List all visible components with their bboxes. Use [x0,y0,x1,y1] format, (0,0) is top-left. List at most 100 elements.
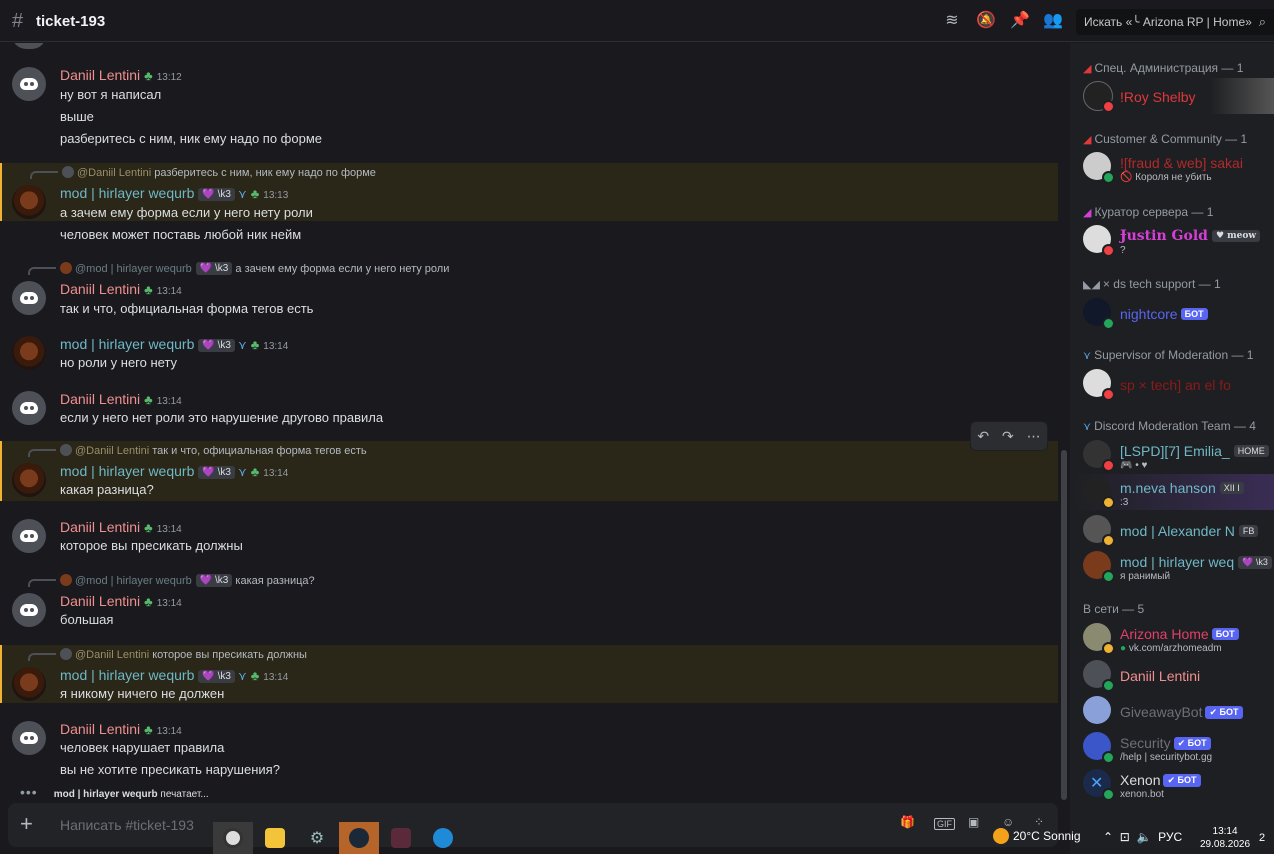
message-author[interactable]: Daniil Lentini ♣ 13:14 [60,519,182,535]
member-item[interactable]: mod | Alexander N FB [1070,512,1274,548]
timestamp: 13:14 [156,598,182,609]
clock[interactable]: 13:14 29.08.2026 [1200,825,1250,851]
avatar[interactable] [12,185,46,219]
avatar[interactable] [12,391,46,425]
bot-badge: ✔ БОТ [1173,737,1211,750]
message-text: а зачем ему форма если у него нету роли [60,205,313,220]
message-author[interactable]: mod | hirlayer wequrb 💜 \k3 ⋎ ♣ 13:14 [60,336,288,352]
taskbar-app-steam[interactable] [339,822,379,854]
network-icon[interactable]: ⊡ [1120,830,1130,844]
forward-icon[interactable]: ↷ [1002,428,1014,445]
member-item[interactable]: GiveawayBot ✔ БОТ [1070,693,1274,729]
reply-icon[interactable]: ↶ [977,428,989,445]
chevron-up-icon[interactable]: ⌃ [1103,830,1113,844]
member-item[interactable]: sp × tech] an el fo [1070,366,1274,402]
taskbar-app-settings[interactable]: ⚙ [297,822,337,854]
member-item[interactable]: ✕ Xenon ✔ БОТ xenon.bot [1070,766,1274,802]
avatar[interactable] [12,67,46,101]
member-item[interactable]: Daniil Lentini [1070,657,1274,693]
member-item[interactable]: Security ✔ БОТ /help | securitybot.gg [1070,729,1274,765]
member-item[interactable]: ![fraud & web] sakai 🚫 Короля не убить [1070,149,1274,185]
wings-role-icon: ⋎ [237,187,247,201]
message-input[interactable]: Написать #ticket-193 [60,817,194,833]
scrollbar-thumb[interactable] [1061,450,1067,800]
windows-taskbar: ⚙ 20°C Sonnig ⌃ ⊡ 🔈 РУС 13:14 29.08.2026 … [213,822,1274,854]
server-tag: 💜 \k3 [1238,556,1272,569]
message-author[interactable]: mod | hirlayer wequrb 💜 \k3 ⋎ ♣ 13:13 [60,185,288,201]
server-tag: 💜 \k3 [198,670,235,683]
system-tray[interactable]: ⌃ ⊡ 🔈 РУС [1103,830,1182,844]
member-item[interactable]: mod | hirlayer weq 💜 \k3 я ранимый [1070,548,1274,584]
mute-bell-icon[interactable]: 🔕 [976,11,996,31]
leaf-role-icon: ♣ [250,464,260,479]
message-author[interactable]: Daniil Lentini ♣ 13:14 [60,721,182,737]
reply-preview[interactable]: @mod | hirlayer wequrb 💜 \k3 а зачем ему … [60,262,449,275]
message-author[interactable]: Daniil Lentini ♣ 13:12 [60,67,182,83]
more-icon[interactable]: ⋯ [1027,428,1041,445]
member-item[interactable]: [LSPD][7] Emilia_ HOME 🎮 • ♥ [1070,437,1274,473]
avatar[interactable] [12,281,46,315]
leaf-role-icon: ♣ [144,282,153,297]
message-text: я никому ничего не должен [60,686,225,701]
taskbar-app-obs[interactable] [213,822,253,854]
reply-preview[interactable]: @mod | hirlayer wequrb 💜 \k3 какая разниц… [60,574,315,587]
reply-preview[interactable]: @Daniil Lentini которое вы пресикать дол… [60,648,307,661]
timestamp: 13:14 [156,726,182,737]
language-indicator[interactable]: РУС [1158,830,1182,844]
message-text: разберитесь с ним, ник ему надо по форме [60,131,322,146]
taskbar-app-edge[interactable] [423,822,463,854]
message: @mod | hirlayer wequrb 💜 \k3 а зачем ему … [0,259,1058,321]
avatar[interactable] [12,593,46,627]
avatar[interactable] [12,667,46,701]
leaf-role-icon: ♣ [250,668,260,683]
message: Daniil Lentini ♣ 13:14 которое вы пресикат… [0,511,1058,561]
message-text: большая [60,612,114,627]
member-list[interactable]: ◢ Спец. Администрация — 1 !Roy Shelby ◢ Cu… [1070,43,1274,854]
member-item[interactable]: Arizona Home БОТ ● vk.com/arzhomeadm [1070,620,1274,656]
member-item[interactable]: !Roy Shelby [1070,78,1274,114]
taskbar-app-explorer[interactable] [255,822,295,854]
message-text: ну вот я написал [60,87,162,102]
leaf-role-icon: ♣ [250,337,260,352]
notification-badge[interactable]: 2 [1259,832,1265,844]
server-tag: FB [1238,525,1259,537]
avatar[interactable] [12,721,46,755]
typing-dots-icon: ••• [20,784,38,800]
reply-preview[interactable]: @Daniil Lentini так и что, официальная ф… [60,444,367,457]
message-author[interactable]: Daniil Lentini ♣ 13:14 [60,391,182,407]
taskbar-app-game[interactable] [381,822,421,854]
typing-indicator: ••• mod | hirlayer wequrb печатает... [20,784,209,800]
message-text: которое вы пресикать должны [60,538,243,553]
server-tag: 💜 \k3 [198,188,235,201]
member-status-text: 🚫 Короля не убить [1120,172,1212,183]
member-list-icon[interactable]: 👥 [1043,11,1063,31]
message: mod | hirlayer wequrb 💜 \k3 ⋎ ♣ 13:14 но рол… [0,328,1058,378]
bot-badge: БОТ [1211,628,1239,640]
weather-widget[interactable]: 20°C Sonnig [993,828,1081,844]
member-group-header: ◢ Customer & Community — 1 [1083,132,1248,146]
attach-plus-button[interactable]: + [20,811,33,837]
leaf-role-icon: ♣ [144,520,153,535]
search-placeholder: Искать «╰ Arizona RP | Home» [1084,15,1252,29]
channel-header: # ticket-193 ≋ 🔕 📌 👥 Искать «╰ Arizona R… [0,0,1274,42]
message-author[interactable]: mod | hirlayer wequrb 💜 \k3 ⋎ ♣ 13:14 [60,667,288,683]
bot-badge: БОТ [1180,308,1208,320]
avatar[interactable] [12,463,46,497]
avatar[interactable] [12,336,46,370]
leaf-role-icon: ♣ [250,186,260,201]
threads-icon[interactable]: ≋ [942,11,962,31]
member-item[interactable]: nightcore БОТ [1070,295,1274,331]
message-author[interactable]: Daniil Lentini ♣ 13:14 [60,593,182,609]
member-group-header: ⋎ Discord Moderation Team — 4 [1083,419,1256,433]
timestamp: 13:14 [263,468,289,479]
search-input[interactable]: Искать «╰ Arizona RP | Home» ⌕ [1076,9,1274,35]
avatar[interactable] [12,519,46,553]
message: Daniil Lentini ♣ 13:12 ну вот я написал вы… [0,59,1058,151]
message-list[interactable]: Daniil Lentini ♣ 13:12 ну вот я написал вы… [0,43,1058,803]
volume-icon[interactable]: 🔈 [1136,830,1151,844]
pin-icon[interactable]: 📌 [1010,11,1030,31]
message-author[interactable]: Daniil Lentini ♣ 13:14 [60,281,182,297]
message-author[interactable]: mod | hirlayer wequrb 💜 \k3 ⋎ ♣ 13:14 [60,463,288,479]
member-item[interactable]: m.neva hanson XII I :3 [1070,474,1274,510]
member-item[interactable]: Ɉustin Gold ♥ meow ? [1070,222,1274,258]
